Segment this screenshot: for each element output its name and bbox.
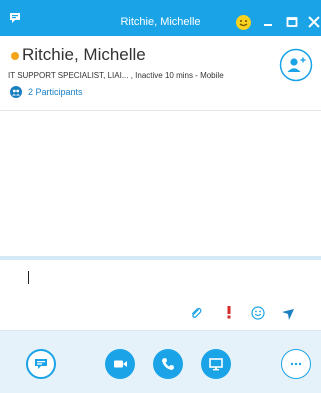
- send-icon[interactable]: [281, 307, 295, 321]
- present-screen-icon: [209, 358, 223, 371]
- add-person-icon[interactable]: [279, 48, 313, 82]
- contact-header: Ritchie, Michelle IT SUPPORT SPECIALIST,…: [0, 36, 321, 110]
- present-button[interactable]: [201, 349, 231, 379]
- close-icon[interactable]: [307, 14, 321, 30]
- phone-icon: [162, 358, 174, 370]
- title-bar[interactable]: Ritchie, Michelle: [0, 0, 321, 36]
- emoji-icon[interactable]: [235, 14, 252, 31]
- participants-label: 2 Participants: [28, 87, 83, 97]
- text-cursor: [28, 271, 29, 284]
- conversation-history[interactable]: [0, 110, 321, 256]
- im-button[interactable]: [26, 349, 56, 379]
- maximize-icon[interactable]: [285, 15, 299, 29]
- message-compose-area[interactable]: [0, 260, 321, 330]
- paperclip-icon[interactable]: [189, 306, 203, 320]
- call-button[interactable]: [153, 349, 183, 379]
- conversation-window: Ritchie, Michelle Ritchie, Michelle IT S…: [0, 0, 321, 393]
- contact-status: IT SUPPORT SPECIALIST, LIAI... , Inactiv…: [8, 71, 224, 80]
- participants-link[interactable]: 2 Participants: [10, 85, 83, 99]
- more-options-icon: [290, 362, 302, 366]
- video-button[interactable]: [105, 349, 135, 379]
- bottom-toolbar: [0, 330, 321, 393]
- exclamation-icon[interactable]: [222, 305, 236, 319]
- video-icon: [114, 360, 127, 368]
- minimize-icon[interactable]: [261, 16, 275, 28]
- smiley-icon[interactable]: [251, 306, 265, 320]
- participants-icon: [10, 86, 22, 98]
- contact-name[interactable]: Ritchie, Michelle: [22, 45, 146, 65]
- more-options-button[interactable]: [281, 349, 311, 379]
- im-icon: [35, 359, 47, 369]
- presence-indicator: [11, 52, 19, 60]
